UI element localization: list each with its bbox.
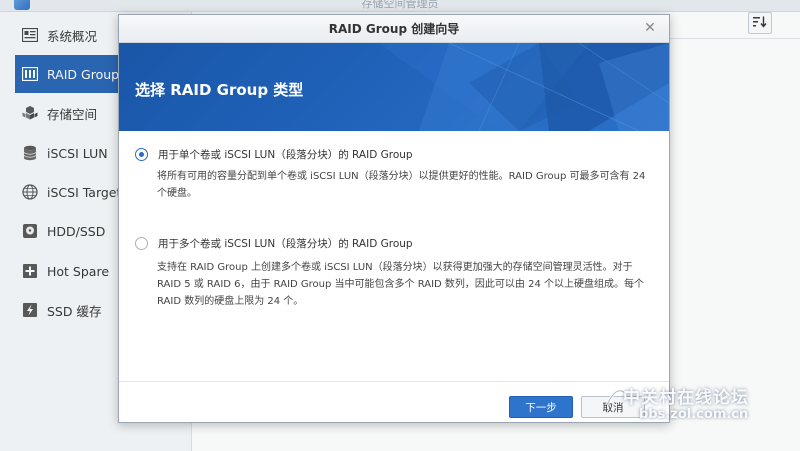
watermark-url: bbs.zol.com.cn xyxy=(639,407,749,422)
dialog-body: 用于单个卷或 iSCSI LUN（段落分块）的 RAID Group 将所有可用… xyxy=(119,131,669,381)
radio-single-volume[interactable] xyxy=(135,148,148,161)
option-single-volume[interactable]: 用于单个卷或 iSCSI LUN（段落分块）的 RAID Group xyxy=(135,147,413,162)
raid-group-wizard-dialog: RAID Group 创建向导 ✕ 选择 RAID Group 类型 用于单个卷… xyxy=(118,14,670,423)
radio-multiple-volumes[interactable] xyxy=(135,237,148,250)
step-title: 选择 RAID Group 类型 xyxy=(135,81,304,99)
option-multiple-volumes[interactable]: 用于多个卷或 iSCSI LUN（段落分块）的 RAID Group xyxy=(135,236,413,251)
option-description: 将所有可用的容量分配到单个卷或 iSCSI LUN（段落分块）以提供更好的性能。… xyxy=(157,171,646,199)
option-label: 用于单个卷或 iSCSI LUN（段落分块）的 RAID Group xyxy=(158,149,413,161)
dialog-banner: 选择 RAID Group 类型 xyxy=(119,43,669,131)
close-icon[interactable]: ✕ xyxy=(643,21,657,35)
dialog-title-bar: RAID Group 创建向导 ✕ xyxy=(119,15,669,43)
watermark-text: 中关村在线论坛 xyxy=(623,388,749,408)
option-label: 用于多个卷或 iSCSI LUN（段落分块）的 RAID Group xyxy=(158,238,413,250)
dialog-title: RAID Group 创建向导 xyxy=(328,22,460,36)
dialog-footer: 下一步 取消 xyxy=(119,381,669,422)
option-description: 支持在 RAID Group 上创建多个卷或 iSCSI LUN（段落分块）以获… xyxy=(157,262,644,307)
watermark: 中关村在线论坛 bbs.zol.com.cn xyxy=(605,383,795,433)
next-button[interactable]: 下一步 xyxy=(509,396,573,418)
